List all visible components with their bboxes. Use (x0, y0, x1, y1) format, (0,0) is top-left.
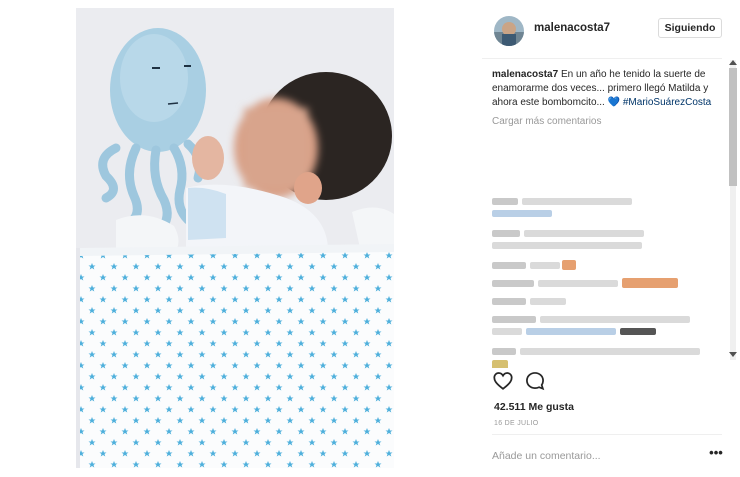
caption-hashtag[interactable]: #MarioSuárezCosta (623, 97, 711, 108)
footer-divider (492, 434, 722, 435)
blurred-comments (492, 198, 700, 368)
add-comment-input[interactable] (492, 447, 692, 465)
blue-heart-emoji: 💙 (607, 97, 621, 108)
post-header: malenacosta7 Siguiendo (482, 8, 740, 51)
load-more-comments-button[interactable]: Cargar más comentarios (492, 116, 724, 127)
heart-outline-icon[interactable] (492, 370, 514, 392)
avatar[interactable] (494, 16, 524, 46)
post-date[interactable]: 16 DE JULIO (494, 420, 539, 427)
scrollbar-thumb[interactable] (729, 68, 737, 186)
following-button[interactable]: Siguiendo (658, 18, 722, 38)
post-side-panel: malenacosta7 Siguiendo malenacosta7 En u… (482, 8, 740, 477)
post-caption: malenacosta7 En un año he tenido la suer… (492, 68, 724, 110)
caption-username[interactable]: malenacosta7 (492, 69, 558, 80)
comments-section: malenacosta7 En un año he tenido la suer… (492, 68, 724, 368)
header-username[interactable]: malenacosta7 (534, 22, 610, 34)
avatar-image (494, 16, 524, 46)
baby-photo (76, 8, 394, 468)
comment-bubble-icon[interactable] (524, 370, 546, 392)
scroll-up-arrow-icon[interactable] (729, 60, 737, 65)
header-divider (482, 58, 722, 59)
scroll-down-arrow-icon[interactable] (729, 352, 737, 357)
post-image[interactable] (76, 8, 394, 468)
likes-count[interactable]: 42.511 Me gusta (494, 401, 574, 413)
more-options-icon[interactable]: ••• (707, 446, 725, 462)
comments-scrollbar[interactable] (727, 60, 739, 360)
